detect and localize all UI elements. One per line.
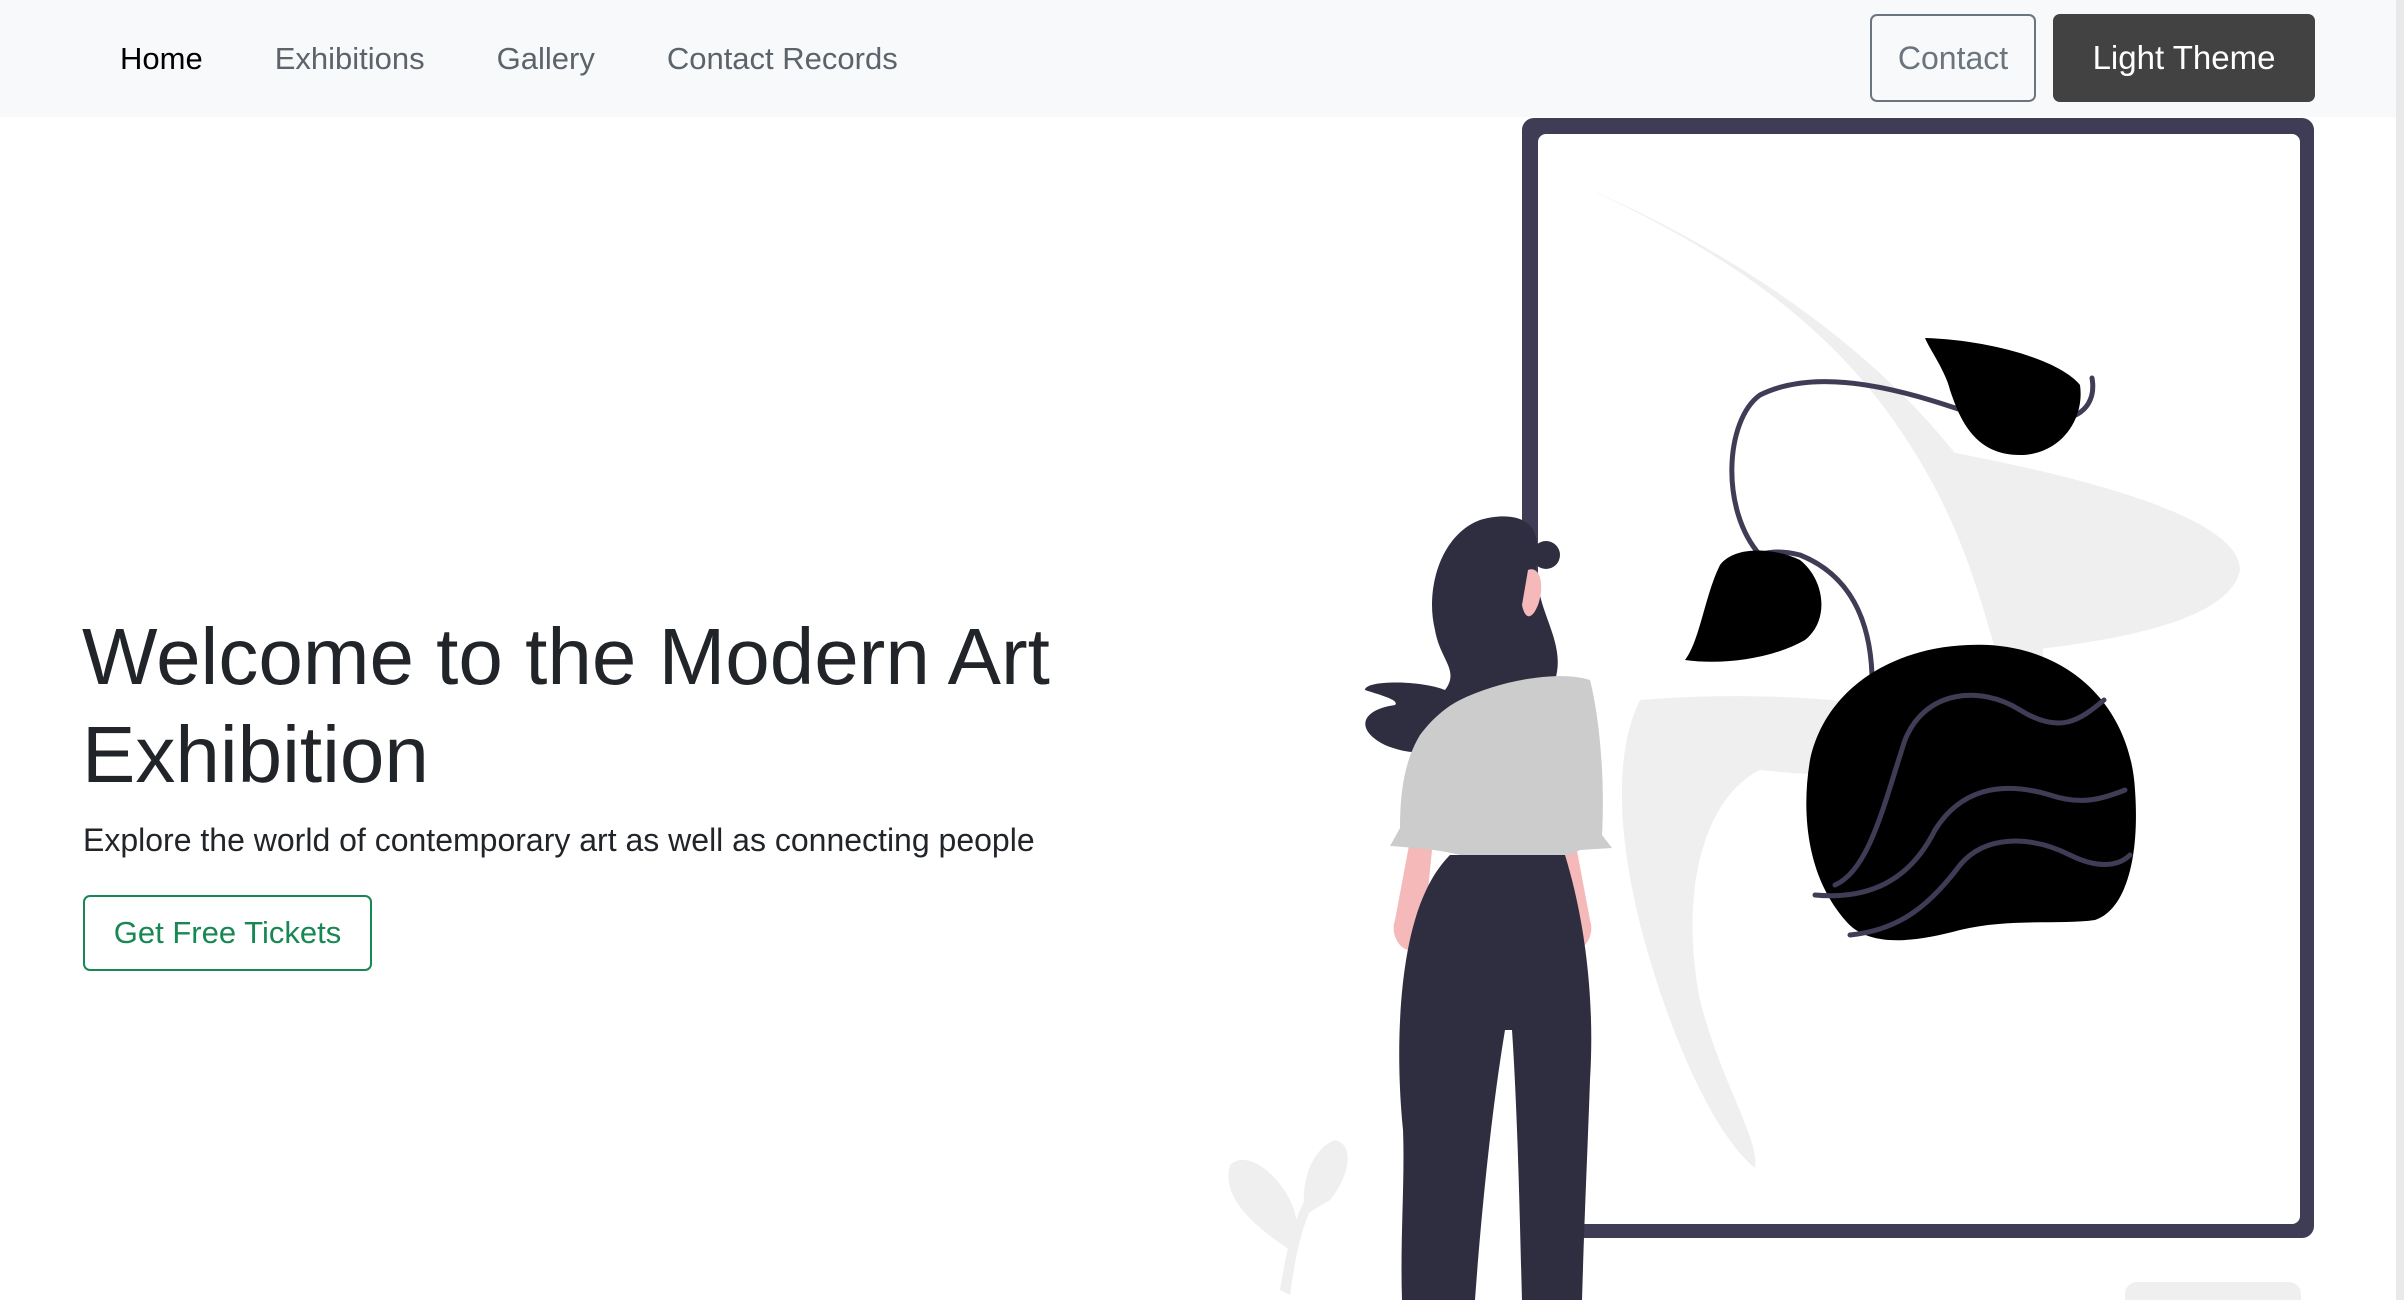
hero-subtitle: Explore the world of contemporary art as… [83,822,1035,858]
woman-viewing-art-illustration [1228,118,2314,1300]
get-tickets-button[interactable]: Get Free Tickets [83,895,372,971]
nav-link-home[interactable]: Home [120,41,203,77]
nav-link-gallery[interactable]: Gallery [497,41,595,77]
background-plant-icon [1228,1140,1348,1295]
nav-link-exhibitions[interactable]: Exhibitions [275,41,425,77]
nav-link-contact-records[interactable]: Contact Records [667,41,898,77]
pedestal-shape [2125,1282,2301,1300]
hero-title: Welcome to the Modern Art Exhibition [82,612,1050,799]
theme-toggle-button[interactable]: Light Theme [2053,14,2315,102]
page-scrollbar[interactable] [2396,0,2404,1300]
nav-links: Home Exhibitions Gallery Contact Records [120,0,898,117]
contact-button[interactable]: Contact [1870,14,2036,102]
top-navbar: Home Exhibitions Gallery Contact Records… [0,0,2404,117]
